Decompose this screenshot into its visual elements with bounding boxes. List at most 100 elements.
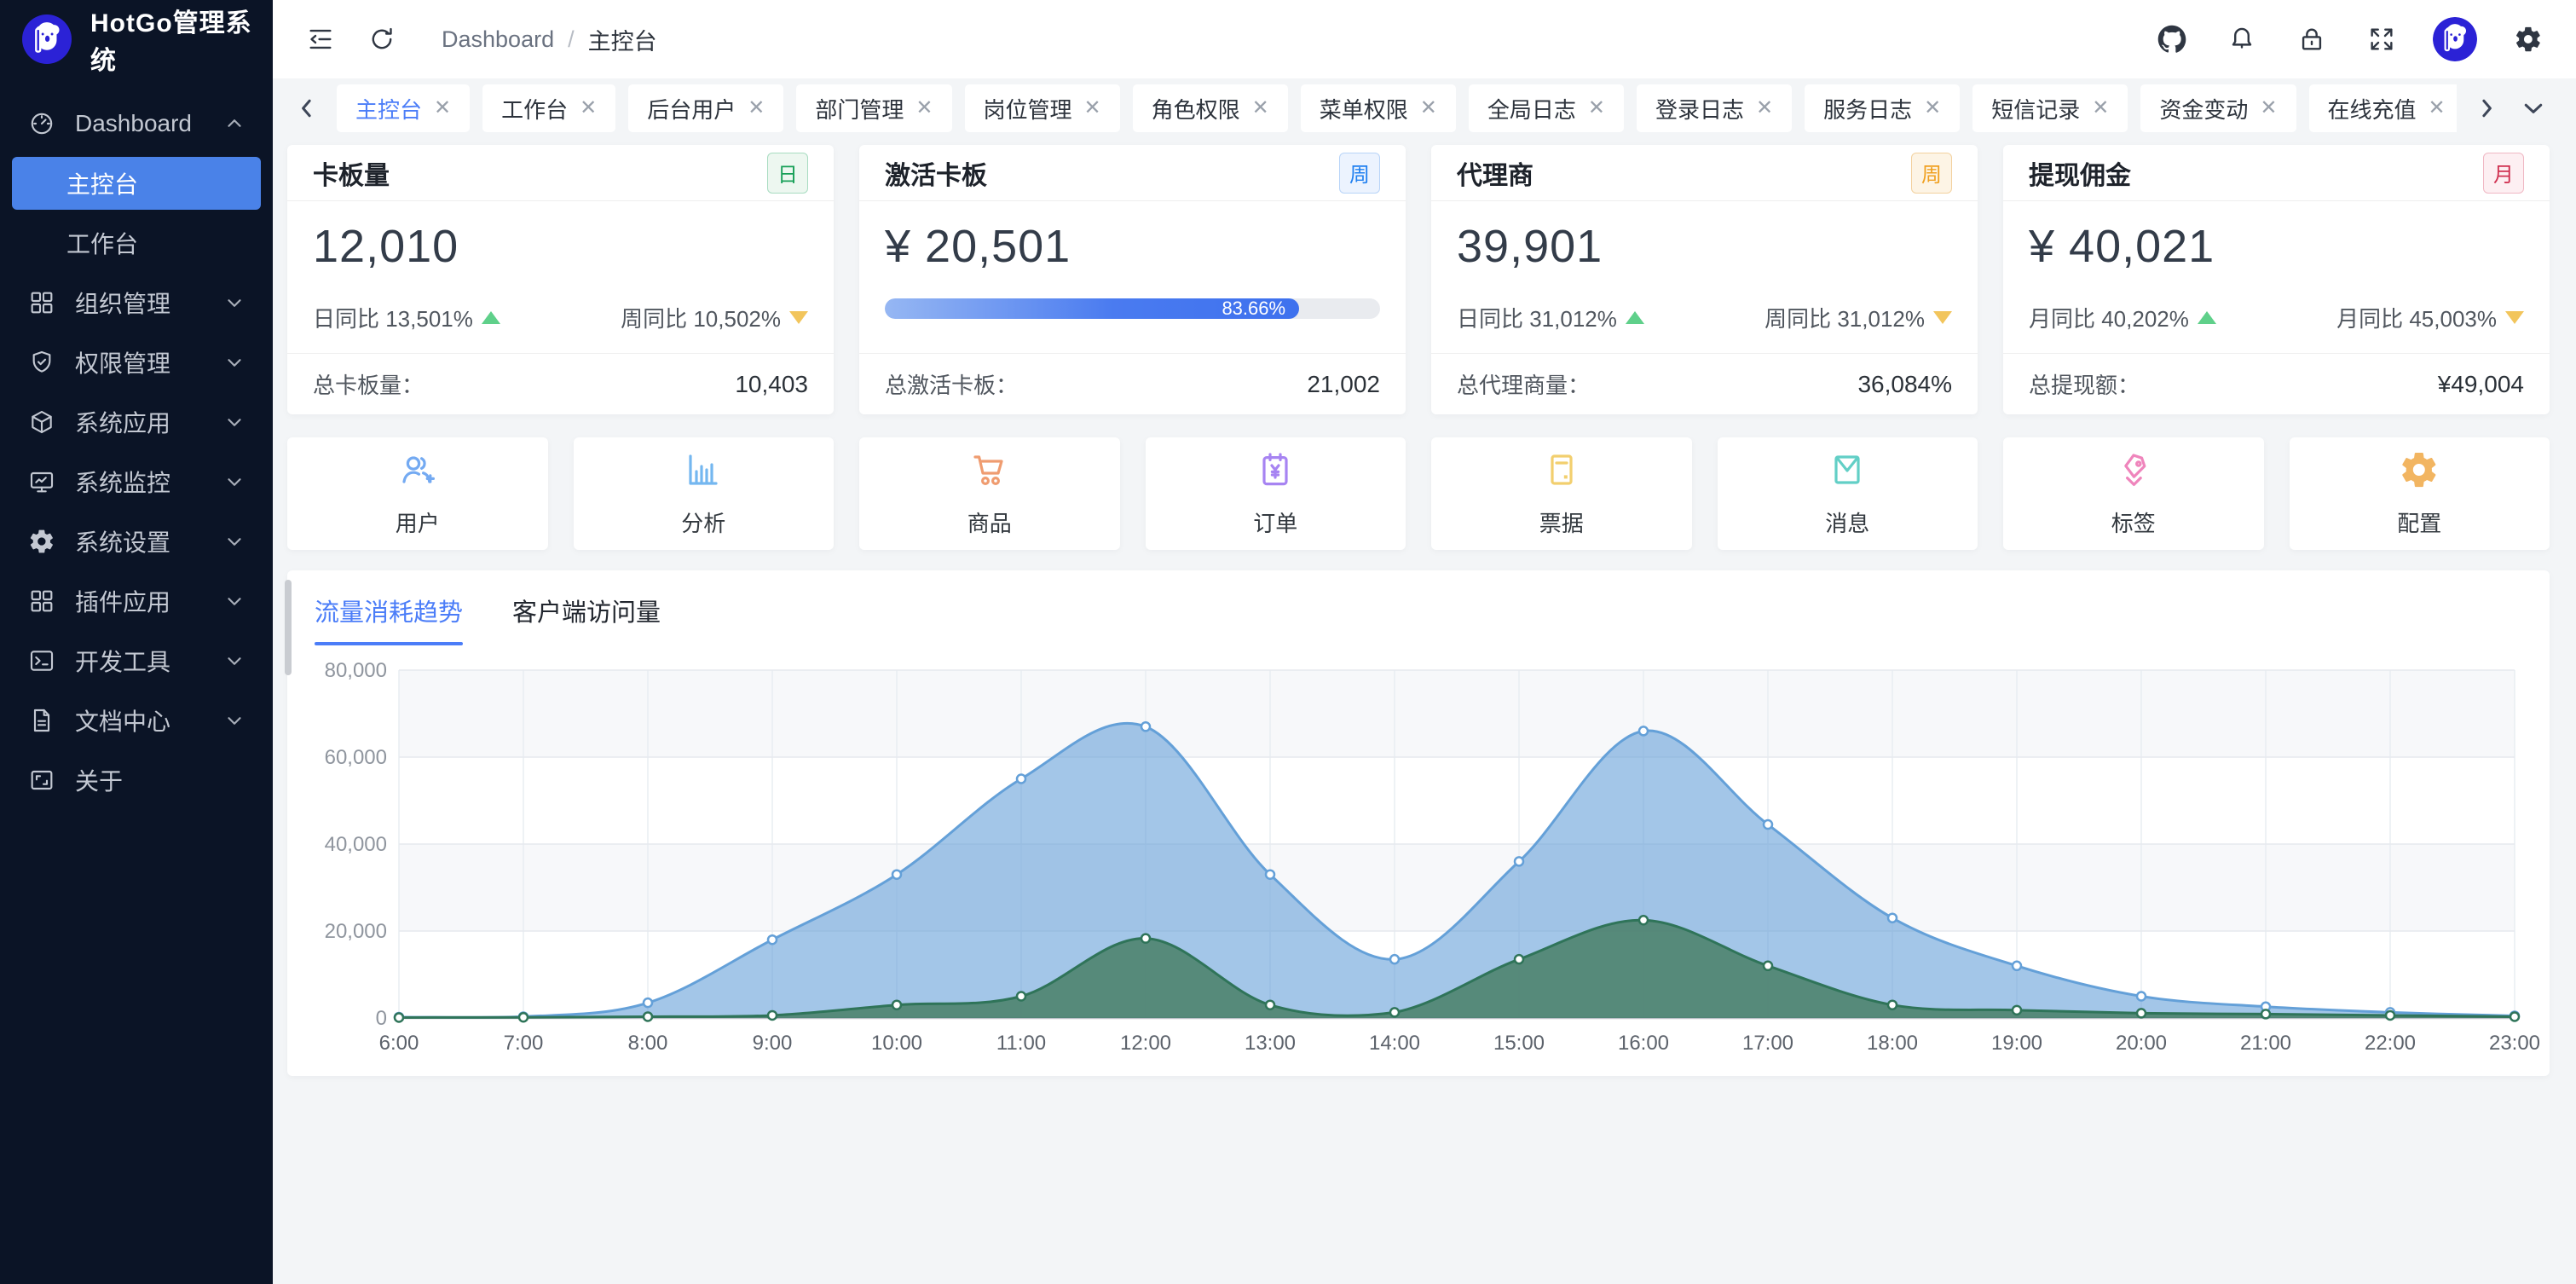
- breadcrumb-current: 主控台: [588, 23, 657, 56]
- github-icon[interactable]: [2153, 20, 2191, 58]
- tab-在线充值[interactable]: 在线充值 ✕: [2309, 84, 2458, 132]
- gear-icon[interactable]: [2510, 20, 2547, 58]
- period-badge[interactable]: 周: [1911, 153, 1952, 194]
- tabs-menu-chevron-down-icon[interactable]: [2516, 91, 2550, 125]
- breadcrumb-root[interactable]: Dashboard: [442, 26, 554, 53]
- stat-card-footer-label: 总卡板量：: [313, 368, 424, 400]
- tab-close-icon[interactable]: ✕: [434, 98, 451, 119]
- tab-登录日志[interactable]: 登录日志✕: [1637, 84, 1792, 132]
- tab-岗位管理[interactable]: 岗位管理✕: [965, 84, 1120, 132]
- tab-工作台[interactable]: 工作台✕: [482, 84, 615, 132]
- sidebar-subitem-主控台[interactable]: 主控台: [12, 157, 261, 210]
- avatar[interactable]: [2433, 17, 2477, 61]
- sidebar-nav: Dashboard 主控台工作台组织管理权限管理系统应用系统监控系统设置插件应用开…: [0, 78, 273, 807]
- period-badge[interactable]: 月: [2483, 153, 2524, 194]
- tab-角色权限[interactable]: 角色权限✕: [1133, 84, 1288, 132]
- tab-服务日志[interactable]: 服务日志✕: [1805, 84, 1960, 132]
- tab-主控台[interactable]: 主控台✕: [337, 84, 470, 132]
- shortcut-订单[interactable]: 订单: [1146, 437, 1406, 550]
- tab-close-icon[interactable]: ✕: [915, 98, 933, 119]
- tab-close-icon[interactable]: ✕: [1756, 98, 1773, 119]
- tabs-scroll-left-icon[interactable]: [290, 91, 324, 125]
- fullscreen-icon[interactable]: [2363, 20, 2400, 58]
- trend-up-icon: [1626, 311, 1644, 324]
- tab-close-icon[interactable]: ✕: [1084, 98, 1101, 119]
- tab-后台用户[interactable]: 后台用户✕: [628, 84, 783, 132]
- lock-icon[interactable]: [2293, 20, 2331, 58]
- metric-text: 周同比 31,012%: [1765, 302, 1925, 333]
- tab-部门管理[interactable]: 部门管理✕: [796, 84, 951, 132]
- chart-tabs: 流量消耗趋势客户端访问量: [287, 570, 2550, 645]
- sidebar-item-label: 系统应用: [75, 405, 223, 439]
- sidebar-item-系统应用[interactable]: 系统应用: [12, 396, 261, 448]
- stat-card-body: 39,901日同比 31,012%周同比 31,012%: [1431, 201, 1978, 353]
- sidebar-item-权限管理[interactable]: 权限管理: [12, 336, 261, 389]
- metric-text: 月同比 40,202%: [2029, 302, 2189, 333]
- shortcut-配置[interactable]: 配置: [2290, 437, 2550, 550]
- sidebar-item-系统监控[interactable]: 系统监控: [12, 455, 261, 508]
- tab-label: 菜单权限: [1320, 93, 1408, 124]
- sidebar-item-Dashboard[interactable]: Dashboard: [12, 97, 261, 150]
- content-scrollbar[interactable]: [285, 580, 292, 675]
- sidebar-item-label: 开发工具: [75, 644, 223, 678]
- shortcut-消息[interactable]: 消息: [1718, 437, 1978, 550]
- sidebar-subitem-工作台[interactable]: 工作台: [12, 217, 261, 269]
- tab-close-icon[interactable]: ✕: [1924, 98, 1941, 119]
- tab-资金变动[interactable]: 资金变动✕: [2140, 84, 2296, 132]
- tab-短信记录[interactable]: 短信记录✕: [1972, 84, 2128, 132]
- chart-tab-流量消耗趋势[interactable]: 流量消耗趋势: [315, 593, 463, 645]
- shortcut-label: 订单: [1253, 506, 1297, 538]
- tab-label: 在线充值: [2328, 93, 2417, 124]
- shortcut-用户[interactable]: 用户: [287, 437, 548, 550]
- tab-close-icon[interactable]: ✕: [1420, 98, 1437, 119]
- sidebar-item-关于[interactable]: 关于: [12, 754, 261, 807]
- tab-close-icon[interactable]: ✕: [2092, 98, 2109, 119]
- tab-close-icon[interactable]: ✕: [1588, 98, 1605, 119]
- sidebar-item-开发工具[interactable]: 开发工具: [12, 634, 261, 687]
- tab-全局日志[interactable]: 全局日志✕: [1469, 84, 1624, 132]
- sidebar-item-label: 权限管理: [75, 345, 223, 379]
- about-icon: [27, 766, 56, 795]
- shortcut-商品[interactable]: 商品: [859, 437, 1120, 550]
- sidebar-item-系统设置[interactable]: 系统设置: [12, 515, 261, 568]
- sidebar-item-组织管理[interactable]: 组织管理: [12, 276, 261, 329]
- tab-close-icon[interactable]: ✕: [580, 98, 597, 119]
- bell-icon[interactable]: [2223, 20, 2261, 58]
- chevron-down-icon: [223, 590, 245, 612]
- chevron-down-icon: [223, 411, 245, 433]
- tab-close-icon[interactable]: ✕: [2429, 98, 2446, 119]
- tabs-scroll-right-icon[interactable]: [2469, 91, 2504, 125]
- content: 卡板量日12,010日同比 13,501%周同比 10,502%总卡板量：10,…: [273, 138, 2576, 1284]
- sidebar-item-插件应用[interactable]: 插件应用: [12, 575, 261, 628]
- svg-text:16:00: 16:00: [1618, 1032, 1669, 1055]
- chevron-down-icon: [223, 292, 245, 314]
- sidebar-subitem-label: 主控台: [66, 166, 138, 200]
- svg-text:19:00: 19:00: [1991, 1032, 2042, 1055]
- svg-text:80,000: 80,000: [325, 659, 387, 682]
- sidebar-collapse-icon[interactable]: [302, 20, 339, 58]
- stat-card-footer: 总提现额：¥49,004: [2003, 353, 2550, 414]
- tab-close-icon[interactable]: ✕: [1252, 98, 1269, 119]
- shortcut-票据[interactable]: 票据: [1431, 437, 1692, 550]
- shortcut-label: 消息: [1825, 506, 1869, 538]
- stat-card-body: 12,010日同比 13,501%周同比 10,502%: [287, 201, 834, 353]
- metric-月同比: 月同比 45,003%: [2336, 302, 2524, 333]
- tab-close-icon[interactable]: ✕: [2260, 98, 2277, 119]
- sidebar-item-文档中心[interactable]: 文档中心: [12, 694, 261, 747]
- tabs-list: 主控台✕工作台✕后台用户✕部门管理✕岗位管理✕角色权限✕菜单权限✕全局日志✕登录…: [337, 84, 2457, 132]
- period-badge[interactable]: 周: [1339, 153, 1380, 194]
- stat-card-metrics: 日同比 13,501%周同比 10,502%: [313, 302, 808, 333]
- tab-菜单权限[interactable]: 菜单权限 ✕: [1301, 84, 1456, 132]
- svg-text:8:00: 8:00: [628, 1032, 668, 1055]
- shortcut-分析[interactable]: 分析: [574, 437, 835, 550]
- tab-close-icon[interactable]: ✕: [748, 98, 765, 119]
- app-logo[interactable]: HotGo管理系统: [0, 0, 273, 78]
- shortcut-标签[interactable]: 标签: [2003, 437, 2264, 550]
- refresh-icon[interactable]: [363, 20, 401, 58]
- chart-tab-客户端访问量[interactable]: 客户端访问量: [512, 593, 661, 645]
- progressbar-label: 83.66%: [1222, 298, 1285, 319]
- sidebar-item-label: 插件应用: [75, 584, 223, 618]
- period-badge[interactable]: 日: [767, 153, 808, 194]
- sidebar-subitem-label: 工作台: [66, 226, 138, 260]
- svg-text:18:00: 18:00: [1867, 1032, 1918, 1055]
